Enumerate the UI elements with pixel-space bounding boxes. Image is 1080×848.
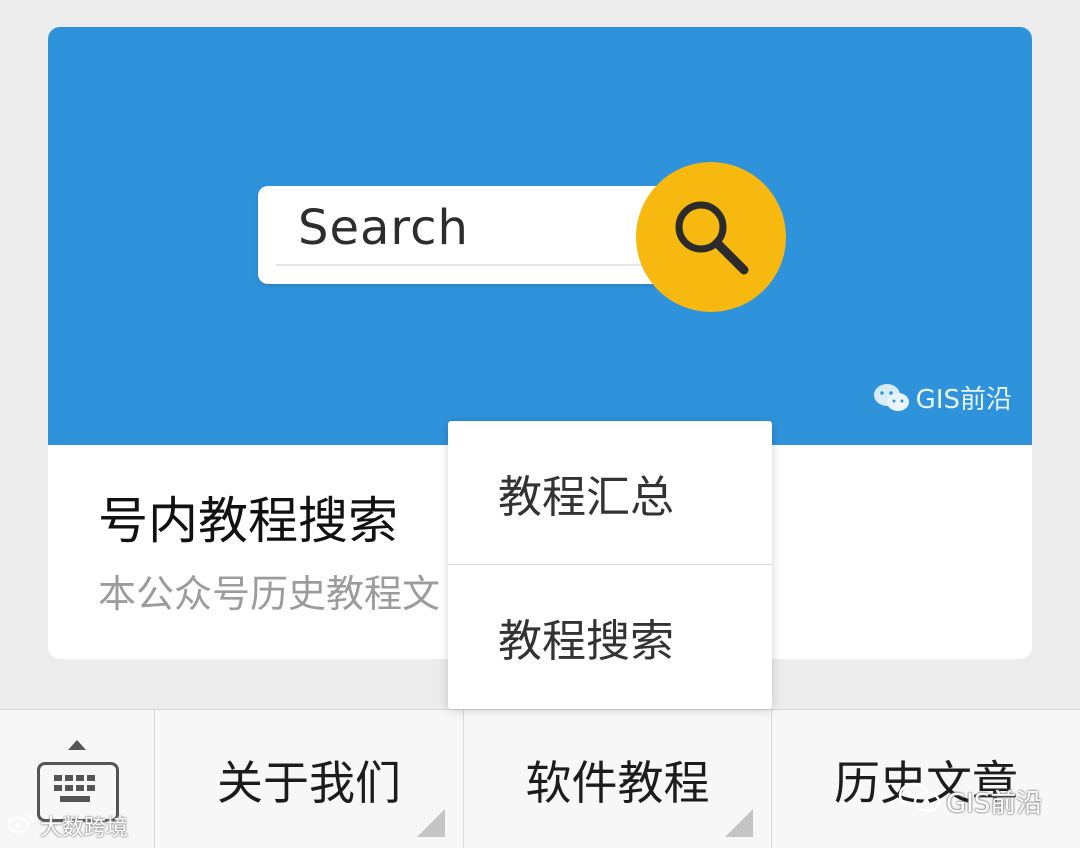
search-button-illustration xyxy=(636,162,786,312)
search-text: Search xyxy=(298,200,469,256)
card-title: 号内教程搜索 xyxy=(98,492,398,550)
arrow-up-icon xyxy=(68,740,86,750)
menu-item-about-us[interactable]: 关于我们 xyxy=(155,710,464,848)
card-description: 本公众号历史教程文 xyxy=(98,572,441,616)
wechat-icon xyxy=(898,782,942,821)
bottom-left-watermark-text: 大数跨境 xyxy=(40,816,129,841)
menu-item-label: 软件教程 xyxy=(525,755,710,810)
submenu-indicator-icon xyxy=(725,809,753,837)
bottom-menu-bar: 关于我们 软件教程 历史文章 xyxy=(0,709,1080,848)
wechat-icon xyxy=(872,382,912,414)
bottom-left-watermark: 大数跨境 xyxy=(6,810,128,842)
submenu-item-label: 教程搜索 xyxy=(498,615,674,667)
bottom-right-watermark-text: GIS前沿 xyxy=(946,789,1043,819)
bottom-right-watermark: GIS前沿 xyxy=(898,782,1042,821)
menu-item-label: 关于我们 xyxy=(217,755,401,810)
submenu-item-label: 教程汇总 xyxy=(498,471,674,523)
submenu-popup: 教程汇总 教程搜索 xyxy=(448,421,772,709)
card-banner-image: Search GIS前沿 xyxy=(48,27,1032,445)
watermark-text: GIS前沿 xyxy=(915,385,1012,415)
search-bar-illustration: Search xyxy=(258,186,678,284)
magnifier-icon xyxy=(675,201,749,275)
menu-item-history-articles[interactable]: 历史文章 xyxy=(772,710,1080,848)
weibo-icon xyxy=(6,812,36,840)
submenu-item-tutorial-search[interactable]: 教程搜索 xyxy=(448,565,772,708)
submenu-indicator-icon xyxy=(417,809,445,837)
wechat-article-page: Search GIS前沿 号内教程搜索 本公众号历史教程文 教程汇总 教程搜索 … xyxy=(0,0,1080,848)
submenu-item-tutorial-summary[interactable]: 教程汇总 xyxy=(448,421,772,564)
menu-item-software-tutorials[interactable]: 软件教程 xyxy=(464,710,772,848)
banner-watermark: GIS前沿 xyxy=(872,379,1012,416)
search-underline xyxy=(276,264,658,266)
